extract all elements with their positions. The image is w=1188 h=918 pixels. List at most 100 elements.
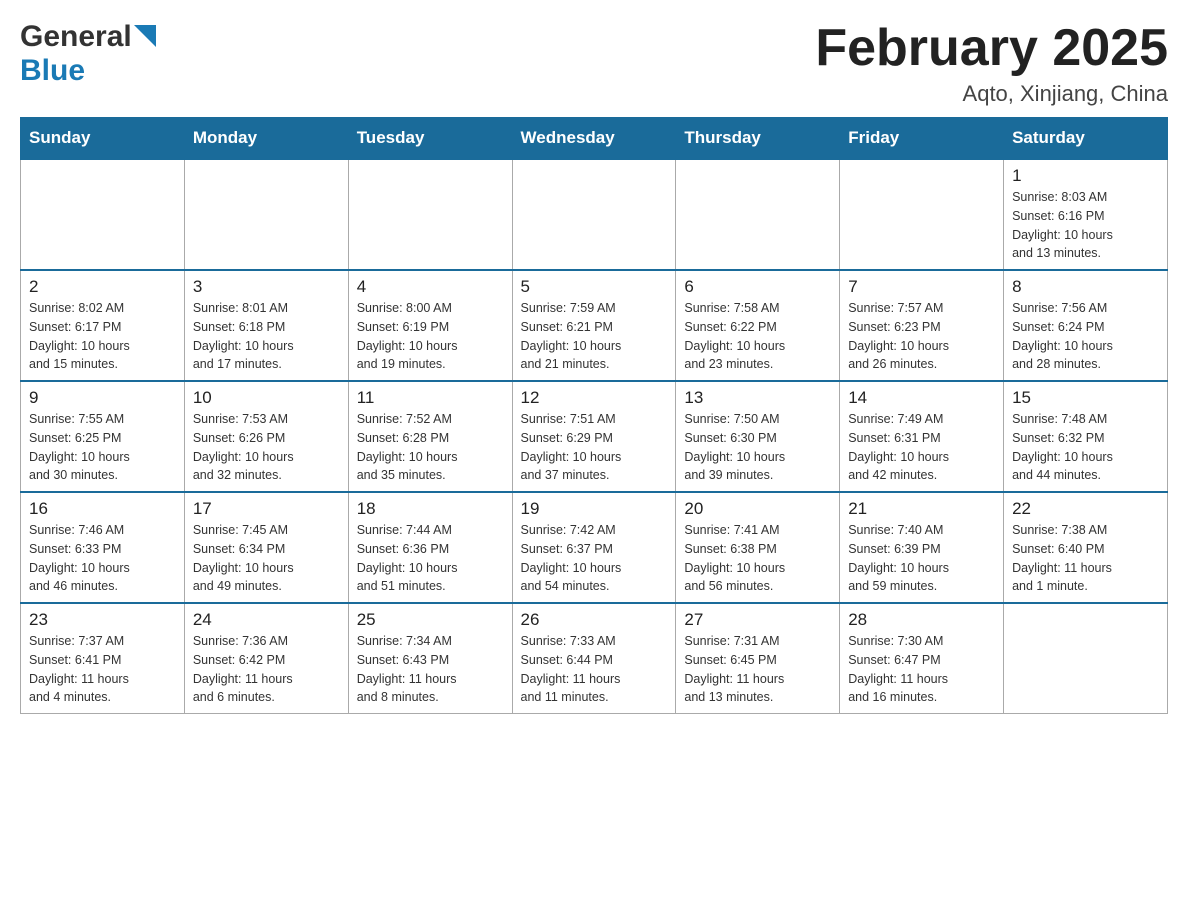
- day-number: 9: [29, 388, 176, 408]
- calendar-table: SundayMondayTuesdayWednesdayThursdayFrid…: [20, 117, 1168, 714]
- weekday-header-friday: Friday: [840, 118, 1004, 160]
- calendar-cell: [348, 159, 512, 270]
- calendar-cell: 9Sunrise: 7:55 AMSunset: 6:25 PMDaylight…: [21, 381, 185, 492]
- day-number: 1: [1012, 166, 1159, 186]
- calendar-cell: 4Sunrise: 8:00 AMSunset: 6:19 PMDaylight…: [348, 270, 512, 381]
- day-info: Sunrise: 7:57 AMSunset: 6:23 PMDaylight:…: [848, 299, 995, 374]
- calendar-cell: 14Sunrise: 7:49 AMSunset: 6:31 PMDayligh…: [840, 381, 1004, 492]
- weekday-header-thursday: Thursday: [676, 118, 840, 160]
- day-number: 2: [29, 277, 176, 297]
- calendar-cell: 3Sunrise: 8:01 AMSunset: 6:18 PMDaylight…: [184, 270, 348, 381]
- calendar-cell: 22Sunrise: 7:38 AMSunset: 6:40 PMDayligh…: [1004, 492, 1168, 603]
- calendar-cell: 5Sunrise: 7:59 AMSunset: 6:21 PMDaylight…: [512, 270, 676, 381]
- calendar-cell: 2Sunrise: 8:02 AMSunset: 6:17 PMDaylight…: [21, 270, 185, 381]
- day-number: 11: [357, 388, 504, 408]
- day-number: 21: [848, 499, 995, 519]
- calendar-cell: 18Sunrise: 7:44 AMSunset: 6:36 PMDayligh…: [348, 492, 512, 603]
- day-number: 20: [684, 499, 831, 519]
- day-info: Sunrise: 7:40 AMSunset: 6:39 PMDaylight:…: [848, 521, 995, 596]
- day-number: 25: [357, 610, 504, 630]
- day-number: 26: [521, 610, 668, 630]
- day-info: Sunrise: 7:50 AMSunset: 6:30 PMDaylight:…: [684, 410, 831, 485]
- day-info: Sunrise: 7:58 AMSunset: 6:22 PMDaylight:…: [684, 299, 831, 374]
- calendar-cell: [512, 159, 676, 270]
- day-info: Sunrise: 7:49 AMSunset: 6:31 PMDaylight:…: [848, 410, 995, 485]
- calendar-cell: 23Sunrise: 7:37 AMSunset: 6:41 PMDayligh…: [21, 603, 185, 714]
- calendar-cell: 13Sunrise: 7:50 AMSunset: 6:30 PMDayligh…: [676, 381, 840, 492]
- day-number: 5: [521, 277, 668, 297]
- weekday-header-sunday: Sunday: [21, 118, 185, 160]
- day-info: Sunrise: 7:59 AMSunset: 6:21 PMDaylight:…: [521, 299, 668, 374]
- day-info: Sunrise: 7:41 AMSunset: 6:38 PMDaylight:…: [684, 521, 831, 596]
- calendar-cell: 6Sunrise: 7:58 AMSunset: 6:22 PMDaylight…: [676, 270, 840, 381]
- weekday-header-monday: Monday: [184, 118, 348, 160]
- day-number: 28: [848, 610, 995, 630]
- calendar-cell: 20Sunrise: 7:41 AMSunset: 6:38 PMDayligh…: [676, 492, 840, 603]
- day-number: 19: [521, 499, 668, 519]
- calendar-cell: 7Sunrise: 7:57 AMSunset: 6:23 PMDaylight…: [840, 270, 1004, 381]
- day-info: Sunrise: 7:30 AMSunset: 6:47 PMDaylight:…: [848, 632, 995, 707]
- calendar-cell: 15Sunrise: 7:48 AMSunset: 6:32 PMDayligh…: [1004, 381, 1168, 492]
- day-number: 17: [193, 499, 340, 519]
- day-number: 10: [193, 388, 340, 408]
- day-info: Sunrise: 7:46 AMSunset: 6:33 PMDaylight:…: [29, 521, 176, 596]
- logo-blue-text: Blue: [20, 54, 85, 87]
- calendar-cell: [184, 159, 348, 270]
- calendar-cell: 11Sunrise: 7:52 AMSunset: 6:28 PMDayligh…: [348, 381, 512, 492]
- day-number: 6: [684, 277, 831, 297]
- day-info: Sunrise: 8:03 AMSunset: 6:16 PMDaylight:…: [1012, 188, 1159, 263]
- day-info: Sunrise: 8:00 AMSunset: 6:19 PMDaylight:…: [357, 299, 504, 374]
- day-info: Sunrise: 7:55 AMSunset: 6:25 PMDaylight:…: [29, 410, 176, 485]
- day-number: 16: [29, 499, 176, 519]
- calendar-week-row: 23Sunrise: 7:37 AMSunset: 6:41 PMDayligh…: [21, 603, 1168, 714]
- calendar-cell: 12Sunrise: 7:51 AMSunset: 6:29 PMDayligh…: [512, 381, 676, 492]
- day-info: Sunrise: 7:45 AMSunset: 6:34 PMDaylight:…: [193, 521, 340, 596]
- calendar-cell: 27Sunrise: 7:31 AMSunset: 6:45 PMDayligh…: [676, 603, 840, 714]
- calendar-cell: 17Sunrise: 7:45 AMSunset: 6:34 PMDayligh…: [184, 492, 348, 603]
- day-info: Sunrise: 7:38 AMSunset: 6:40 PMDaylight:…: [1012, 521, 1159, 596]
- day-info: Sunrise: 8:02 AMSunset: 6:17 PMDaylight:…: [29, 299, 176, 374]
- day-info: Sunrise: 7:31 AMSunset: 6:45 PMDaylight:…: [684, 632, 831, 707]
- logo: General Blue: [20, 20, 156, 88]
- day-number: 14: [848, 388, 995, 408]
- day-info: Sunrise: 8:01 AMSunset: 6:18 PMDaylight:…: [193, 299, 340, 374]
- day-info: Sunrise: 7:42 AMSunset: 6:37 PMDaylight:…: [521, 521, 668, 596]
- day-number: 22: [1012, 499, 1159, 519]
- day-number: 12: [521, 388, 668, 408]
- day-info: Sunrise: 7:33 AMSunset: 6:44 PMDaylight:…: [521, 632, 668, 707]
- calendar-cell: 16Sunrise: 7:46 AMSunset: 6:33 PMDayligh…: [21, 492, 185, 603]
- calendar-cell: 8Sunrise: 7:56 AMSunset: 6:24 PMDaylight…: [1004, 270, 1168, 381]
- day-info: Sunrise: 7:51 AMSunset: 6:29 PMDaylight:…: [521, 410, 668, 485]
- calendar-cell: 19Sunrise: 7:42 AMSunset: 6:37 PMDayligh…: [512, 492, 676, 603]
- page-header: General Blue February 2025 Aqto, Xinjian…: [20, 20, 1168, 107]
- calendar-cell: 25Sunrise: 7:34 AMSunset: 6:43 PMDayligh…: [348, 603, 512, 714]
- calendar-cell: [1004, 603, 1168, 714]
- weekday-header-tuesday: Tuesday: [348, 118, 512, 160]
- weekday-header-saturday: Saturday: [1004, 118, 1168, 160]
- calendar-cell: [21, 159, 185, 270]
- calendar-cell: 21Sunrise: 7:40 AMSunset: 6:39 PMDayligh…: [840, 492, 1004, 603]
- logo-general-text: General: [20, 20, 132, 54]
- day-number: 15: [1012, 388, 1159, 408]
- month-year-title: February 2025: [815, 20, 1168, 77]
- day-info: Sunrise: 7:48 AMSunset: 6:32 PMDaylight:…: [1012, 410, 1159, 485]
- calendar-cell: [676, 159, 840, 270]
- day-number: 3: [193, 277, 340, 297]
- calendar-cell: 24Sunrise: 7:36 AMSunset: 6:42 PMDayligh…: [184, 603, 348, 714]
- title-block: February 2025 Aqto, Xinjiang, China: [815, 20, 1168, 107]
- location-subtitle: Aqto, Xinjiang, China: [815, 81, 1168, 107]
- day-info: Sunrise: 7:34 AMSunset: 6:43 PMDaylight:…: [357, 632, 504, 707]
- logo-triangle-icon: [134, 25, 156, 47]
- day-number: 27: [684, 610, 831, 630]
- calendar-week-row: 16Sunrise: 7:46 AMSunset: 6:33 PMDayligh…: [21, 492, 1168, 603]
- day-number: 24: [193, 610, 340, 630]
- day-info: Sunrise: 7:53 AMSunset: 6:26 PMDaylight:…: [193, 410, 340, 485]
- day-info: Sunrise: 7:44 AMSunset: 6:36 PMDaylight:…: [357, 521, 504, 596]
- calendar-cell: 1Sunrise: 8:03 AMSunset: 6:16 PMDaylight…: [1004, 159, 1168, 270]
- calendar-cell: [840, 159, 1004, 270]
- day-number: 23: [29, 610, 176, 630]
- day-number: 4: [357, 277, 504, 297]
- calendar-cell: 26Sunrise: 7:33 AMSunset: 6:44 PMDayligh…: [512, 603, 676, 714]
- day-number: 7: [848, 277, 995, 297]
- calendar-cell: 28Sunrise: 7:30 AMSunset: 6:47 PMDayligh…: [840, 603, 1004, 714]
